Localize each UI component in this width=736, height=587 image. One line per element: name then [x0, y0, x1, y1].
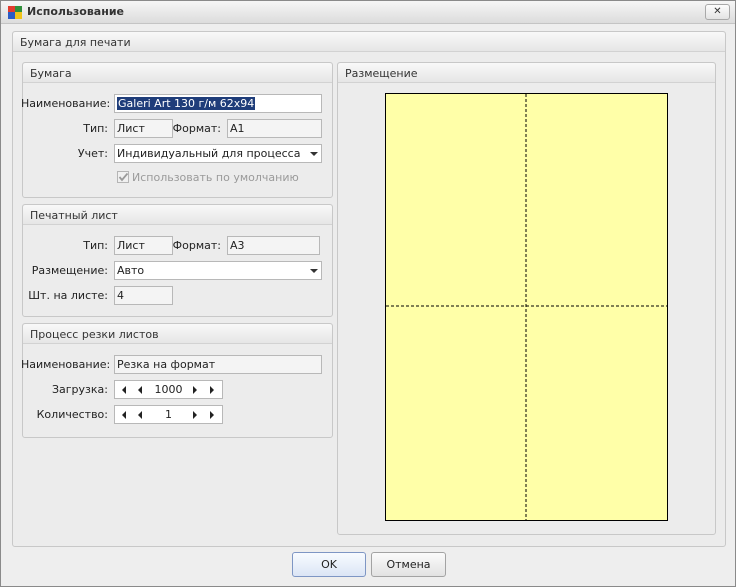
placement-sheet — [385, 93, 668, 521]
paper-for-print-header: Бумага для печати — [13, 32, 725, 52]
paper-group-header: Бумага — [23, 63, 332, 83]
window-title: Использование — [27, 5, 124, 18]
app-icon — [8, 6, 22, 19]
decrement-arrow-icon[interactable] — [138, 411, 142, 419]
cutting-header: Процесс резки листов — [23, 324, 332, 344]
load-value: 1000 — [154, 383, 183, 396]
default-checkbox-label: Использовать по умолчанию — [132, 171, 299, 184]
last-arrow-icon[interactable] — [210, 411, 214, 419]
sheet-count-field[interactable]: 4 — [114, 286, 173, 305]
paper-account-value: Индивидуальный для процесса — [117, 147, 301, 160]
title-bar[interactable]: Использование ✕ — [1, 1, 735, 24]
paper-name-value: Galeri Art 130 г/м 62x94 — [117, 97, 256, 110]
paper-account-label: Учет: — [77, 147, 108, 160]
paper-name-field[interactable]: Galeri Art 130 г/м 62x94 — [114, 94, 322, 113]
placement-title: Размещение — [345, 67, 418, 80]
cut-load-label: Загрузка: — [51, 383, 108, 396]
print-sheet-header: Печатный лист — [23, 205, 332, 225]
paper-format-label: Формат: — [172, 122, 221, 135]
sheet-placement-label: Размещение: — [31, 264, 108, 277]
cancel-button[interactable]: Отмена — [371, 552, 446, 577]
paper-name-label: Наименование: — [21, 97, 111, 110]
sheet-type-label: Тип: — [83, 239, 108, 252]
first-arrow-icon[interactable] — [122, 411, 126, 419]
ok-button[interactable]: OK — [292, 552, 366, 577]
cut-lines — [386, 94, 667, 520]
checkmark-icon — [118, 172, 129, 182]
sheet-placement-combo[interactable]: Авто — [114, 261, 322, 280]
cutting-title: Процесс резки листов — [30, 328, 159, 341]
paper-group-title: Бумага — [30, 67, 72, 80]
paper-for-print-title: Бумага для печати — [20, 36, 131, 49]
dialog-window: Использование ✕ Бумага для печати Бумага… — [0, 0, 736, 587]
sheet-type-field[interactable]: Лист — [114, 236, 173, 255]
paper-account-combo[interactable]: Индивидуальный для процесса — [114, 144, 322, 163]
cut-qty-label: Количество: — [36, 408, 108, 421]
sheet-count-label: Шт. на листе: — [28, 289, 108, 302]
cut-name-label: Наименование: — [21, 358, 111, 371]
paper-format-field[interactable]: A1 — [227, 119, 322, 138]
increment-arrow-icon[interactable] — [193, 386, 197, 394]
chevron-down-icon — [310, 152, 318, 156]
increment-arrow-icon[interactable] — [193, 411, 197, 419]
chevron-down-icon — [310, 269, 318, 273]
print-sheet-title: Печатный лист — [30, 209, 118, 222]
default-checkbox[interactable] — [117, 171, 129, 183]
qty-value: 1 — [165, 408, 172, 421]
first-arrow-icon[interactable] — [122, 386, 126, 394]
decrement-arrow-icon[interactable] — [138, 386, 142, 394]
cut-name-field[interactable]: Резка на формат — [114, 355, 322, 374]
paper-type-field[interactable]: Лист — [114, 119, 173, 138]
last-arrow-icon[interactable] — [210, 386, 214, 394]
placement-header: Размещение — [338, 63, 715, 83]
paper-type-label: Тип: — [83, 122, 108, 135]
sheet-format-label: Формат: — [172, 239, 221, 252]
close-icon: ✕ — [713, 6, 722, 17]
sheet-format-field[interactable]: A3 — [227, 236, 320, 255]
sheet-placement-value: Авто — [117, 264, 145, 277]
qty-spinner[interactable]: 1 — [114, 405, 223, 424]
load-spinner[interactable]: 1000 — [114, 380, 223, 399]
close-button[interactable]: ✕ — [705, 4, 730, 20]
